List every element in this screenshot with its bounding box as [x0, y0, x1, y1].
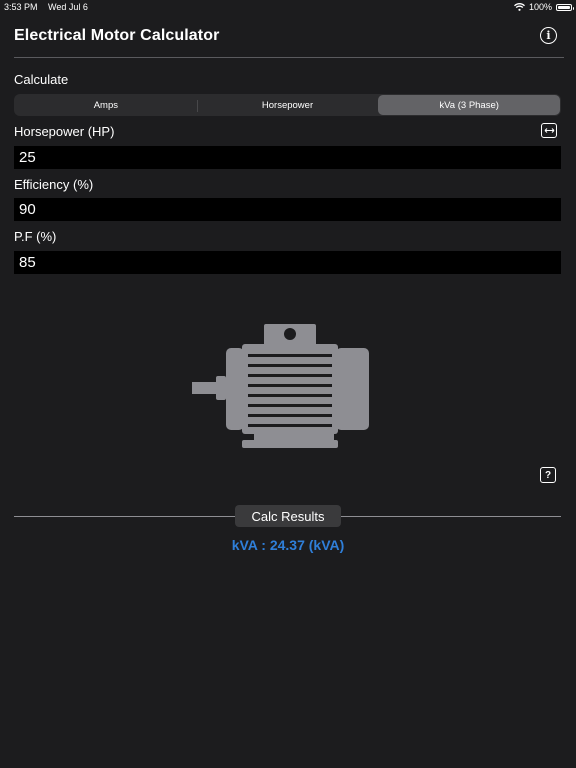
segment-kva-3-phase[interactable]: kVa (3 Phase) — [378, 95, 561, 115]
power-factor-input[interactable]: 85 — [14, 251, 561, 274]
status-bar-left: 3:53 PM Wed Jul 6 — [4, 2, 96, 12]
horsepower-input[interactable]: 25 — [14, 146, 561, 169]
segment-amps[interactable]: Amps — [15, 95, 197, 115]
calc-results-label: Calc Results — [235, 505, 341, 527]
status-date: Wed Jul 6 — [48, 2, 88, 12]
efficiency-input[interactable]: 90 — [14, 198, 561, 221]
efficiency-label: Efficiency (%) — [14, 177, 94, 192]
battery-icon — [556, 3, 574, 11]
info-icon[interactable]: i — [540, 27, 557, 44]
swap-units-icon[interactable] — [541, 123, 557, 138]
app-title: Electrical Motor Calculator — [14, 27, 220, 44]
power-factor-label: P.F (%) — [14, 229, 57, 244]
help-icon[interactable]: ? — [540, 467, 556, 483]
header-divider — [14, 57, 564, 58]
result-value: kVA : 24.37 (kVA) — [231, 537, 345, 553]
segment-horsepower[interactable]: Horsepower — [196, 95, 379, 115]
calculate-segmented-control: Amps Horsepower kVa (3 Phase) — [14, 94, 561, 116]
swap-arrows-icon — [544, 128, 554, 133]
horsepower-label: Horsepower (HP) — [14, 124, 115, 139]
electric-motor-icon — [192, 324, 369, 448]
status-bar-right: 100% — [514, 2, 574, 12]
calculate-label: Calculate — [14, 72, 69, 87]
status-time: 3:53 PM — [4, 2, 38, 12]
wifi-icon — [514, 3, 525, 11]
battery-percent: 100% — [528, 2, 552, 12]
